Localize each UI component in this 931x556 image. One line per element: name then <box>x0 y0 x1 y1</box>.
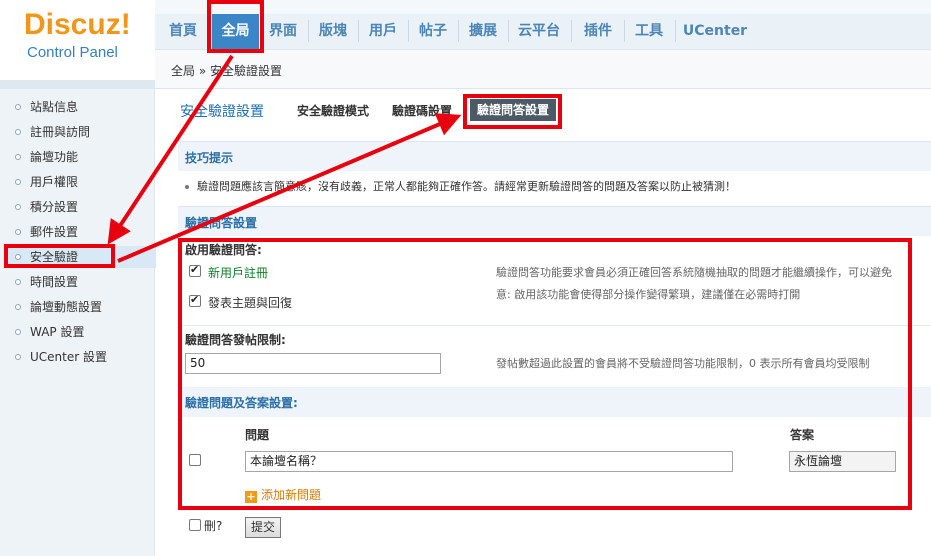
qa-row-delete-checkbox[interactable] <box>189 454 201 466</box>
sidebar-item-label: WAP 設置 <box>30 325 85 339</box>
submit-button[interactable]: 提交 <box>245 517 281 538</box>
sidebar-item-mail[interactable]: 郵件設置 <box>6 221 156 243</box>
answer-input[interactable]: 永恆論壇 <box>789 451 896 472</box>
nav-divider <box>571 20 572 42</box>
sidebar-item-label: 站點信息 <box>30 100 79 114</box>
register-option-label[interactable]: 新用戶註冊 <box>208 264 268 281</box>
tab-captcha[interactable]: 驗證碼設置 <box>392 102 452 119</box>
nav-interface[interactable]: 界面 <box>263 14 303 49</box>
breadcrumb: 全局 » 安全驗證設置 <box>171 64 282 78</box>
sidebar-item-label: 註冊與訪問 <box>30 125 91 139</box>
row-divider <box>178 325 931 326</box>
column-question: 問題 <box>245 428 270 442</box>
nav-cloud[interactable]: 云平台 <box>513 14 565 49</box>
sidebar-item-user-perms[interactable]: 用戶權限 <box>6 171 156 193</box>
logo: Discuz! Control Panel <box>0 0 155 80</box>
top-nav: 首頁 全局 界面 版塊 用戶 帖子 擴展 云平台 插件 工具 UCenter <box>155 0 931 49</box>
add-question-link[interactable]: + 添加新問題 <box>245 486 321 503</box>
tips-heading: 技巧提示 <box>185 151 234 165</box>
bullet-icon <box>15 254 21 260</box>
nav-plugins[interactable]: 插件 <box>577 14 619 49</box>
delete-label: 刪? <box>204 519 223 533</box>
sidebar-item-wap[interactable]: WAP 設置 <box>6 321 156 343</box>
bullet-icon <box>15 179 21 185</box>
nav-threads[interactable]: 帖子 <box>413 14 453 49</box>
sidebar-item-label: 論壇功能 <box>30 150 79 164</box>
logo-subtitle: Control Panel <box>27 44 118 61</box>
bullet-icon <box>15 279 21 285</box>
nav-users[interactable]: 用戶 <box>363 14 403 49</box>
enable-qa-hint-line2: 意: 啟用該功能會使得部分操作變得繁瑣，建議僅在必需時打開 <box>496 288 801 301</box>
sidebar-item-label: 用戶權限 <box>30 175 79 189</box>
nav-forums[interactable]: 版塊 <box>313 14 353 49</box>
post-limit-label: 驗證問答發帖限制: <box>185 333 286 347</box>
qa-list-label: 驗證問題及答案設置: <box>185 396 298 410</box>
logo-title: Discuz! <box>24 8 131 41</box>
sidebar-item-security[interactable]: 安全驗證 <box>6 246 156 268</box>
sidebar-item-forum-features[interactable]: 論壇功能 <box>6 146 156 168</box>
sidebar-item-label: 積分設置 <box>30 200 79 214</box>
sidebar-item-site-info[interactable]: 站點信息 <box>6 96 156 118</box>
sidebar-item-credits[interactable]: 積分設置 <box>6 196 156 218</box>
register-checkbox[interactable] <box>189 263 201 277</box>
bullet-icon <box>15 204 21 210</box>
nav-home[interactable]: 首頁 <box>162 14 204 49</box>
nav-divider <box>624 20 625 42</box>
tip-text-line: 驗證問題應該言簡意賅，沒有歧義，正常人都能夠正確作答。請經常更新驗證問答的問題及… <box>185 178 736 194</box>
nav-divider <box>458 20 459 42</box>
bullet-icon <box>15 329 21 335</box>
add-question-label: 添加新問題 <box>261 488 322 502</box>
sidebar-item-label: 論壇動態設置 <box>30 300 103 314</box>
tips-header: 技巧提示 <box>178 141 931 171</box>
tip-text: 驗證問題應該言簡意賅，沒有歧義，正常人都能夠正確作答。請經常更新驗證問答的問題及… <box>197 180 736 193</box>
enable-qa-label: 啟用驗證問答: <box>185 243 262 257</box>
nav-global[interactable]: 全局 <box>212 14 259 49</box>
enable-qa-hint-line1: 驗證問答功能要求會員必須正確回答系統隨機抽取的問題才能繼續操作，可以避免 <box>496 266 892 279</box>
bullet-icon <box>15 354 21 360</box>
qa-settings-header: 驗證問答設置 <box>178 206 931 236</box>
sidebar-item-register[interactable]: 註冊與訪問 <box>6 121 156 143</box>
post-limit-input[interactable]: 50 <box>185 353 441 374</box>
tab-security-mode[interactable]: 安全驗證模式 <box>297 102 369 119</box>
post-reply-checkbox[interactable] <box>189 293 201 307</box>
plus-icon: + <box>245 490 257 503</box>
nav-divider <box>408 20 409 42</box>
sidebar-item-label: UCenter 設置 <box>30 350 107 364</box>
sidebar-item-time[interactable]: 時間設置 <box>6 271 156 293</box>
sidebar-item-label: 時間設置 <box>30 275 79 289</box>
column-answer: 答案 <box>790 428 815 442</box>
sidebar: 站點信息 註冊與訪問 論壇功能 用戶權限 積分設置 郵件設置 安全驗證 時間設置… <box>0 80 156 556</box>
nav-divider <box>508 20 509 42</box>
question-input[interactable]: 本論壇名稱？ <box>245 451 733 472</box>
post-reply-option-label[interactable]: 發表主題與回復 <box>208 294 292 311</box>
nav-tools[interactable]: 工具 <box>628 14 670 49</box>
sidebar-item-label: 郵件設置 <box>30 225 79 239</box>
bullet-icon <box>15 229 21 235</box>
nav-divider <box>675 20 676 42</box>
post-limit-hint: 發帖數超過此設置的會員將不受驗證問答功能限制，0 表示所有會員均受限制 <box>496 357 870 370</box>
bullet-icon <box>185 185 189 189</box>
tab-qa-settings[interactable]: 驗證問答設置 <box>470 99 556 121</box>
breadcrumb-bar: 全局 » 安全驗證設置 <box>155 49 931 89</box>
sidebar-item-feed[interactable]: 論壇動態設置 <box>6 296 156 318</box>
bullet-icon <box>15 129 21 135</box>
nav-ucenter[interactable]: UCenter <box>681 14 749 49</box>
page-title: 安全驗證設置 <box>180 104 264 120</box>
sidebar-top-strip <box>0 80 155 89</box>
bullet-icon <box>15 154 21 160</box>
nav-divider <box>358 20 359 42</box>
bullet-icon <box>15 304 21 310</box>
delete-all-checkbox[interactable] <box>189 519 201 531</box>
nav-divider <box>308 20 309 42</box>
qa-settings-heading: 驗證問答設置 <box>185 216 258 230</box>
bullet-icon <box>15 104 21 110</box>
sidebar-item-label: 安全驗證 <box>30 250 79 264</box>
nav-extensions[interactable]: 擴展 <box>463 14 503 49</box>
sidebar-item-ucenter[interactable]: UCenter 設置 <box>6 346 156 368</box>
